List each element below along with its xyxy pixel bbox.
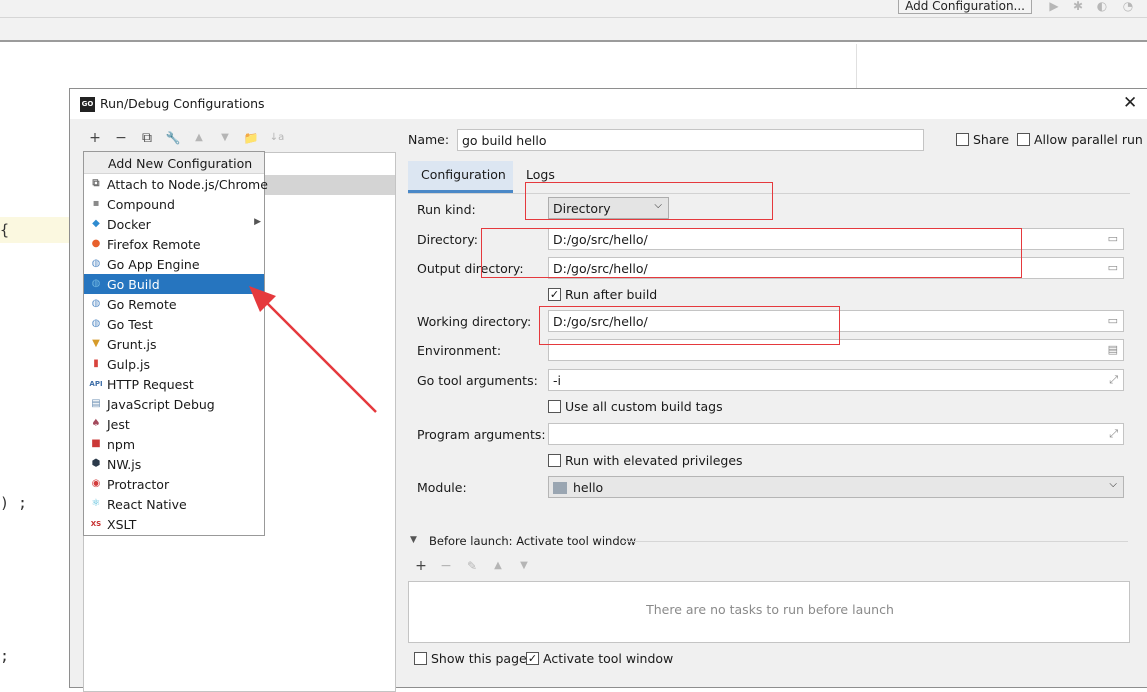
annotation-arrow [249, 286, 377, 413]
annotation-arrow-shaft [259, 295, 377, 413]
